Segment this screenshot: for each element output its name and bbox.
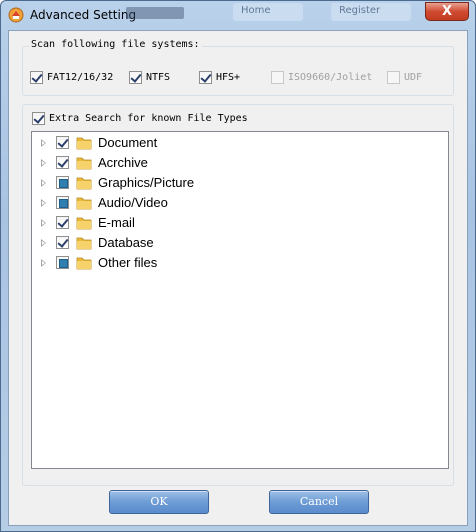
checkbox-checked-icon[interactable] — [56, 136, 69, 149]
tree-item-audio-video[interactable]: Audio/Video — [32, 194, 448, 212]
close-button[interactable]: X — [425, 2, 469, 21]
folder-icon — [76, 137, 92, 150]
expand-arrow-icon[interactable] — [41, 239, 46, 247]
checkbox-checked-icon[interactable] — [199, 70, 212, 84]
advanced-setting-window: Advanced Setting Home Register X Scan fo… — [0, 0, 476, 532]
folder-icon — [76, 217, 92, 230]
title-bar[interactable]: Advanced Setting Home Register X — [1, 1, 475, 29]
checkbox-disabled-icon — [387, 70, 400, 84]
background-menu-home: Home — [233, 3, 303, 21]
background-menu-register: Register — [331, 3, 411, 21]
tree-item-email[interactable]: E-mail — [32, 214, 448, 232]
tree-label-email: E-mail — [98, 215, 135, 230]
cancel-button[interactable]: Cancel — [269, 490, 369, 514]
fs-checkbox-iso9660: ISO9660/Joliet — [271, 70, 372, 84]
extra-search-checkbox[interactable]: Extra Search for known File Types — [32, 111, 248, 125]
dialog-client-area: Scan following file systems: FAT12/16/32… — [8, 30, 468, 526]
fs-label-udf: UDF — [404, 71, 423, 83]
close-icon: X — [441, 4, 453, 19]
checkbox-checked-icon[interactable] — [56, 156, 69, 169]
fs-label-hfs: HFS+ — [216, 71, 241, 83]
fs-checkbox-hfs[interactable]: HFS+ — [199, 70, 240, 84]
checkbox-partial-icon[interactable] — [56, 196, 69, 209]
fs-label-iso9660: ISO9660/Joliet — [288, 71, 373, 83]
fs-label-ntfs: NTFS — [146, 71, 171, 83]
expand-arrow-icon[interactable] — [41, 199, 46, 207]
fs-label-fat: FAT12/16/32 — [47, 71, 114, 83]
fs-checkbox-udf: UDF — [387, 70, 422, 84]
expand-arrow-icon[interactable] — [41, 219, 46, 227]
tree-item-database[interactable]: Database — [32, 234, 448, 252]
fs-checkbox-ntfs[interactable]: NTFS — [129, 70, 170, 84]
folder-icon — [76, 157, 92, 170]
window-title: Advanced Setting — [30, 8, 137, 22]
tree-label-graphics: Graphics/Picture — [98, 175, 195, 190]
folder-icon — [76, 177, 92, 190]
folder-icon — [76, 257, 92, 270]
tree-label-audio-video: Audio/Video — [98, 195, 168, 210]
tree-item-graphics[interactable]: Graphics/Picture — [32, 174, 448, 192]
expand-arrow-icon[interactable] — [41, 139, 46, 147]
tree-label-database: Database — [98, 235, 154, 250]
checkbox-checked-icon[interactable] — [56, 236, 69, 249]
ok-button[interactable]: OK — [109, 490, 209, 514]
tree-item-document[interactable]: Document — [32, 134, 448, 152]
checkbox-disabled-icon — [271, 70, 284, 84]
checkbox-checked-icon[interactable] — [30, 70, 43, 84]
tree-label-archive: Acrchive — [98, 155, 148, 170]
tree-item-archive[interactable]: Acrchive — [32, 154, 448, 172]
folder-icon — [76, 237, 92, 250]
checkbox-checked-icon[interactable] — [32, 111, 45, 125]
app-icon — [8, 7, 24, 23]
folder-icon — [76, 197, 92, 210]
tree-label-document: Document — [98, 135, 158, 150]
filesystems-legend: Scan following file systems: — [29, 39, 202, 50]
expand-arrow-icon[interactable] — [41, 179, 46, 187]
checkbox-checked-icon[interactable] — [56, 216, 69, 229]
background-blur — [126, 7, 184, 19]
expand-arrow-icon[interactable] — [41, 159, 46, 167]
tree-label-other-files: Other files — [98, 255, 158, 270]
checkbox-partial-icon[interactable] — [56, 176, 69, 189]
expand-arrow-icon[interactable] — [41, 259, 46, 267]
tree-item-other-files[interactable]: Other files — [32, 254, 448, 272]
checkbox-partial-icon[interactable] — [56, 256, 69, 269]
extra-search-label: Extra Search for known File Types — [49, 112, 248, 124]
checkbox-checked-icon[interactable] — [129, 70, 142, 84]
file-type-tree[interactable]: Document Acrchive Graphics/Picture Audio… — [31, 131, 449, 469]
fs-checkbox-fat[interactable]: FAT12/16/32 — [30, 70, 113, 84]
